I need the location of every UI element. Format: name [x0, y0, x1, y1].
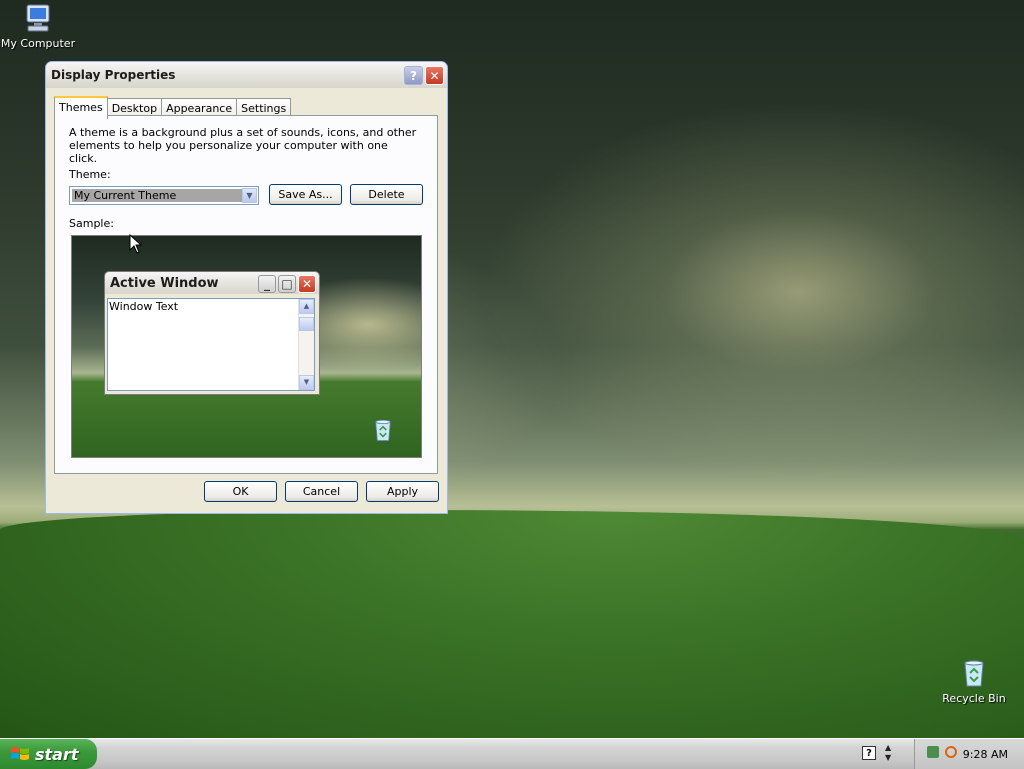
start-button[interactable]: start — [0, 739, 97, 769]
search-icon[interactable] — [945, 746, 957, 758]
cancel-button[interactable]: Cancel — [285, 481, 358, 502]
help-tray-icon[interactable]: ? — [862, 746, 876, 760]
sample-scrollbar: ▲ ▼ — [298, 299, 314, 390]
window-title: Display Properties — [51, 68, 176, 82]
taskbar: start ? ▲ ▼ 9:28 AM — [0, 738, 1024, 769]
maximize-icon: □ — [278, 275, 296, 293]
mouse-cursor-icon — [129, 234, 143, 254]
close-icon: ✕ — [429, 68, 440, 83]
apply-button[interactable]: Apply — [366, 481, 439, 502]
scroll-thumb — [299, 317, 314, 331]
desktop-icon-label: Recycle Bin — [942, 692, 1006, 705]
title-bar[interactable]: Display Properties ? ✕ — [46, 62, 447, 88]
theme-select[interactable]: My Current Theme ▼ — [69, 186, 259, 205]
delete-button[interactable]: Delete — [350, 184, 423, 205]
ok-button[interactable]: OK — [204, 481, 277, 502]
sample-label: Sample: — [69, 217, 114, 230]
scroll-down-icon: ▼ — [299, 375, 314, 390]
theme-select-value: My Current Theme — [72, 189, 242, 202]
computer-icon — [26, 4, 50, 32]
tray-expand-icon[interactable]: ▲ ▼ — [885, 743, 891, 763]
chevron-down-icon[interactable]: ▼ — [242, 188, 257, 203]
minimize-icon: _ — [258, 275, 276, 293]
sample-active-window: Active Window _ □ ✕ Window Text ▲ ▼ — [104, 271, 320, 395]
theme-sample-preview: Active Window _ □ ✕ Window Text ▲ ▼ — [71, 235, 422, 458]
system-tray: 9:28 AM — [914, 739, 1024, 769]
desktop-icon-label: My Computer — [0, 37, 76, 50]
sample-title-bar: Active Window _ □ ✕ — [105, 272, 319, 294]
clock[interactable]: 9:28 AM — [963, 748, 1008, 761]
sample-window-title: Active Window — [110, 275, 219, 291]
help-button[interactable]: ? — [404, 66, 423, 86]
desktop-icon-recycle-bin[interactable]: Recycle Bin — [934, 657, 1014, 705]
desktop-icon-my-computer[interactable]: My Computer — [0, 2, 78, 50]
network-icon[interactable] — [927, 746, 939, 758]
theme-label: Theme: — [69, 168, 111, 181]
recycle-bin-icon — [375, 419, 391, 441]
recycle-bin-icon — [964, 660, 984, 687]
save-as-button[interactable]: Save As... — [269, 184, 342, 205]
themes-panel: A theme is a background plus a set of so… — [54, 115, 438, 474]
sample-window-text: Window Text — [109, 300, 179, 313]
tab-themes[interactable]: Themes — [54, 96, 108, 119]
start-label: start — [35, 744, 79, 764]
theme-description: A theme is a background plus a set of so… — [69, 126, 417, 165]
wallpaper-hills — [0, 510, 1024, 740]
sample-window-body: Window Text ▲ ▼ — [107, 298, 315, 391]
close-icon: ✕ — [298, 275, 316, 293]
scroll-up-icon: ▲ — [299, 299, 314, 314]
close-button[interactable]: ✕ — [425, 66, 444, 86]
windows-logo-icon — [11, 747, 29, 760]
display-properties-window: Display Properties ? ✕ Themes Desktop App… — [45, 61, 448, 514]
